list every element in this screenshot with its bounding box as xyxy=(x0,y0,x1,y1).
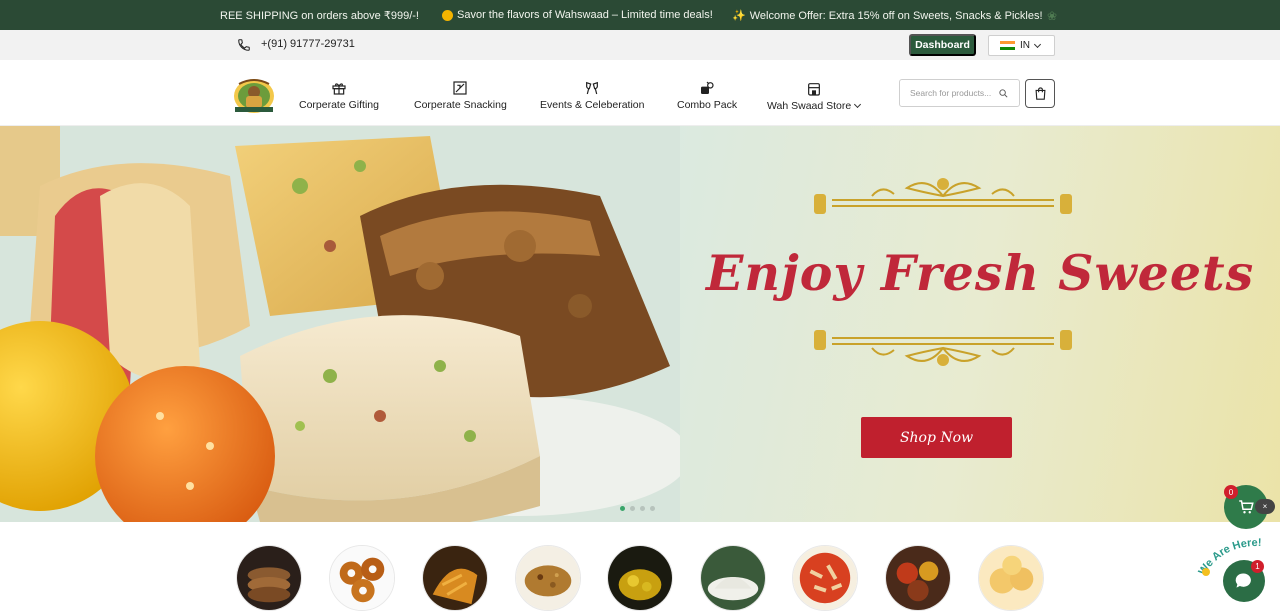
chevron-down-icon xyxy=(854,100,862,109)
shopping-bag-icon xyxy=(1035,87,1045,100)
carousel-dot[interactable] xyxy=(620,506,625,511)
cart-icon xyxy=(1239,500,1254,514)
nav-label: Combo Pack xyxy=(677,99,738,111)
main-header: Corperate Gifting Corperate Snacking Eve… xyxy=(0,60,1280,126)
hero-title: Enjoy Fresh Sweets xyxy=(706,244,1255,302)
contact-bar: +(91) 91777-29731 Dashboard IN xyxy=(0,30,1280,60)
carousel-dot[interactable] xyxy=(650,506,655,511)
combo-icon xyxy=(701,81,714,94)
nav-corporate-snacking[interactable]: Corperate Snacking xyxy=(414,80,507,111)
sparkle-emoji-icon: ✨ xyxy=(732,10,746,22)
announcement-text: Welcome Offer: Extra 15% off on Sweets, … xyxy=(749,9,1043,22)
carousel-dots xyxy=(620,506,655,511)
nav-corporate-gifting[interactable]: Corperate Gifting xyxy=(299,80,379,111)
announcement-text: REE SHIPPING on orders above ₹999/-! xyxy=(220,10,419,22)
search-input[interactable] xyxy=(910,88,998,98)
nav-combo-pack[interactable]: Combo Pack xyxy=(677,80,737,111)
hero-banner: Enjoy Fresh Sweets Shop Now xyxy=(0,126,1280,522)
category-fried-snacks[interactable] xyxy=(422,545,488,611)
category-strip xyxy=(0,522,1280,611)
gift-icon xyxy=(332,83,346,95)
nav-label: Events & Celeberation xyxy=(540,99,645,111)
store-icon xyxy=(807,83,820,96)
nav-label: Corperate Gifting xyxy=(299,99,379,111)
phone-number[interactable]: +(91) 91777-29731 xyxy=(261,38,355,50)
dashboard-button[interactable]: Dashboard xyxy=(909,34,976,56)
nav-wah-swaad-store[interactable]: Wah Swaad Store xyxy=(767,81,862,112)
category-rice-flour[interactable] xyxy=(700,545,766,611)
announcement-message: REE SHIPPING on orders above ₹999/-! xyxy=(220,9,419,22)
phone-icon xyxy=(238,39,250,51)
announcement-separator: ❀ xyxy=(1047,9,1061,23)
gold-ornament-top xyxy=(814,178,1072,214)
announcement-bar: REE SHIPPING on orders above ₹999/-! Sav… xyxy=(0,0,1280,30)
wah-swaad-logo[interactable] xyxy=(231,74,277,114)
snack-box-icon xyxy=(453,81,468,95)
carousel-dot[interactable] xyxy=(640,506,645,511)
search-box[interactable] xyxy=(899,79,1020,107)
nav-label-with-dropdown: Wah Swaad Store xyxy=(767,100,862,112)
nav-label: Corperate Snacking xyxy=(414,99,507,111)
category-cookies[interactable] xyxy=(236,545,302,611)
category-rasgulla[interactable] xyxy=(978,545,1044,611)
nav-label: Wah Swaad Store xyxy=(767,100,852,112)
announcement-message: Savor the flavors of Wahswaad – Limited … xyxy=(442,9,713,21)
category-pasta[interactable] xyxy=(792,545,858,611)
region-selector[interactable]: IN xyxy=(988,35,1055,56)
india-flag-icon xyxy=(1000,40,1015,51)
cart-button[interactable] xyxy=(1025,79,1055,108)
search-icon[interactable] xyxy=(998,88,1009,99)
chat-bubble-icon xyxy=(1235,573,1251,588)
shop-now-button[interactable]: Shop Now xyxy=(861,417,1012,458)
category-spices[interactable] xyxy=(885,545,951,611)
chat-notification-badge: 1 xyxy=(1251,560,1264,573)
category-spicy-mix[interactable] xyxy=(515,545,581,611)
close-floating-cart-button[interactable]: × xyxy=(1255,499,1275,514)
cheers-icon xyxy=(586,81,599,95)
sweets-photo xyxy=(0,126,680,522)
category-vada[interactable] xyxy=(329,545,395,611)
leaf-icon: ❀ xyxy=(1047,9,1058,23)
smile-emoji-icon xyxy=(442,9,453,21)
cart-count-badge: 0 xyxy=(1224,485,1238,499)
nav-events-celebration[interactable]: Events & Celeberation xyxy=(540,80,644,111)
region-code: IN xyxy=(1020,40,1030,51)
carousel-dot[interactable] xyxy=(630,506,635,511)
gold-ornament-bottom xyxy=(814,330,1072,366)
chevron-down-icon xyxy=(1033,40,1042,48)
announcement-text: Savor the flavors of Wahswaad – Limited … xyxy=(457,9,713,21)
announcement-message: ✨ Welcome Offer: Extra 15% off on Sweets… xyxy=(732,9,1043,23)
category-pickle[interactable] xyxy=(607,545,673,611)
